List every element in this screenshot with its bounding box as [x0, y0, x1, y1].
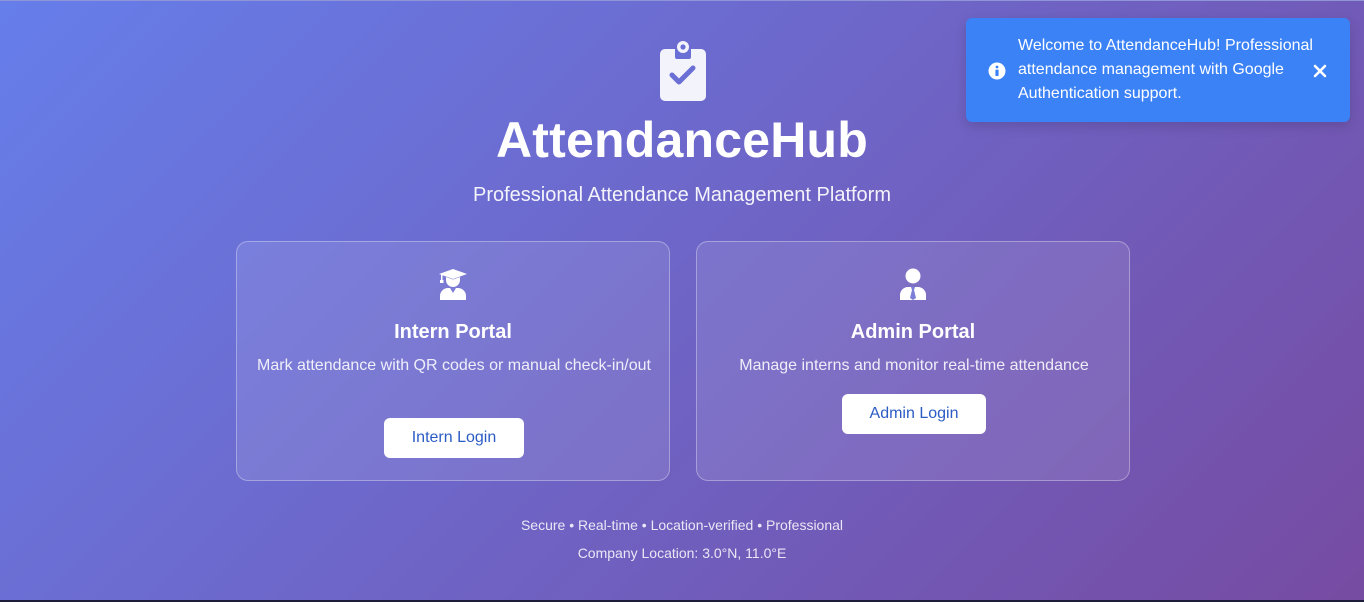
- graduate-user-icon-wrap: [237, 268, 669, 300]
- company-location: Company Location: 3.0°N, 11.0°E: [577, 545, 787, 561]
- intern-portal-description: Mark attendance with QR codes or manual …: [257, 357, 651, 374]
- intern-portal-title: Intern Portal: [394, 321, 512, 343]
- admin-portal-description: Manage interns and monitor real-time att…: [739, 357, 1089, 374]
- user-tie-icon: [900, 268, 926, 300]
- app-subtitle: Professional Attendance Management Platf…: [472, 184, 892, 206]
- clipboard-check-icon: [660, 41, 706, 101]
- welcome-toast: Welcome to AttendanceHub! Professional a…: [966, 18, 1350, 122]
- user-tie-icon-wrap: [697, 268, 1129, 300]
- admin-portal-card: Admin Portal Manage interns and monitor …: [696, 241, 1130, 481]
- close-icon[interactable]: [1308, 59, 1332, 83]
- admin-portal-title: Admin Portal: [850, 321, 976, 343]
- close-icon-glyph: [1313, 64, 1327, 78]
- intern-portal-card: Intern Portal Mark attendance with QR co…: [236, 241, 670, 481]
- info-circle-icon: [988, 62, 1006, 80]
- toast-message: Welcome to AttendanceHub! Professional a…: [1018, 37, 1313, 102]
- intern-login-button[interactable]: Intern Login: [384, 418, 524, 458]
- admin-login-button[interactable]: Admin Login: [842, 394, 986, 434]
- graduate-user-icon: [439, 269, 467, 300]
- features-line: Secure • Real-time • Location-verified •…: [520, 517, 844, 533]
